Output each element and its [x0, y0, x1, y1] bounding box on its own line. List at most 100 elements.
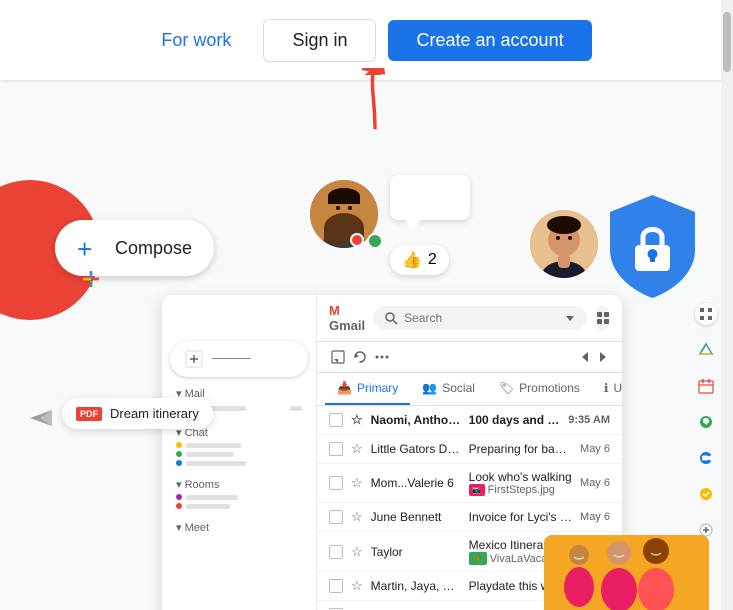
sidebar-chat-item-2[interactable] — [176, 451, 302, 457]
compose-button[interactable]: Compose — [55, 220, 214, 276]
email-subject-1: 100 days and counting - Hi Kim, Thanks f… — [469, 413, 561, 427]
more-options-icon[interactable] — [373, 348, 391, 366]
calendar-icon-svg — [698, 378, 714, 394]
grid-button[interactable] — [595, 305, 610, 331]
email-subject-3: Look who's walking! - Pretty soon he'll … — [469, 470, 572, 496]
sidebar-chat-items — [176, 442, 302, 466]
sidebar-compose-label: ───── — [212, 353, 251, 365]
social-tab-icon: 👥 — [422, 381, 437, 395]
email-row-3[interactable]: ☆ Mom...Valerie 6 Look who's walking! - … — [317, 464, 622, 503]
email-star-3[interactable]: ☆ — [351, 475, 363, 491]
scrollbar[interactable] — [721, 0, 733, 610]
attachment-thumb-1: 📷 — [469, 484, 485, 496]
promotions-tab-icon: 🏷 — [499, 381, 514, 395]
updates-tab-icon: ℹ — [604, 381, 609, 395]
for-work-link[interactable]: For work — [141, 20, 251, 61]
email-sender-3: Mom...Valerie 6 — [371, 476, 461, 490]
prev-page-icon[interactable] — [578, 350, 592, 364]
google-drive-icon[interactable] — [695, 339, 717, 361]
google-meet-icon[interactable] — [695, 447, 717, 469]
create-account-button[interactable]: Create an account — [388, 20, 591, 61]
meet-icon-svg — [698, 450, 714, 466]
avatar-svg-2 — [530, 210, 598, 278]
subject-text-4: Invoice for Lyci's party photos — [469, 510, 572, 524]
compose-label: Compose — [115, 238, 192, 259]
avatar-green-dot — [367, 233, 383, 249]
sidebar-section-rooms: ▾ Rooms — [162, 472, 316, 511]
google-tasks-icon[interactable] — [695, 483, 717, 505]
sidebar-chat-item-3[interactable] — [176, 460, 302, 466]
chat-bar-2 — [186, 452, 234, 457]
email-star-1[interactable]: ☆ — [351, 412, 363, 428]
email-checkbox-3[interactable] — [329, 476, 343, 490]
pagination-nav — [578, 350, 610, 364]
tab-updates[interactable]: ℹ Updates — [592, 373, 622, 405]
red-arrow-icon — [345, 68, 405, 138]
email-time-4: May 6 — [580, 511, 610, 523]
sidebar-compose-button[interactable]: ───── — [170, 341, 308, 377]
email-checkbox-6[interactable] — [329, 579, 343, 593]
sidebar-room-item-1[interactable] — [176, 494, 302, 500]
room-dot-1 — [176, 494, 182, 500]
attachment-name-1: FirstSteps.jpg — [488, 484, 555, 496]
chat-dot-1 — [176, 442, 182, 448]
thumbs-up-badge: 👍 2 — [390, 245, 449, 275]
email-row-1[interactable]: ☆ Naomi, Anthony 100 days and counting -… — [317, 406, 622, 435]
speech-bubble — [390, 175, 470, 220]
room-dot-2 — [176, 503, 182, 509]
email-checkbox-5[interactable] — [329, 545, 343, 559]
room-bar-1 — [186, 495, 238, 500]
gmail-logo: M Gmail — [329, 303, 365, 333]
select-all-checkbox[interactable] — [330, 349, 346, 365]
three-dots-icon — [375, 350, 389, 364]
tab-promotions[interactable]: 🏷 Promotions — [487, 373, 592, 405]
refresh-svg-icon — [353, 350, 367, 364]
email-sender-2: Little Gators Daycare — [371, 442, 461, 456]
refresh-icon[interactable] — [351, 348, 369, 366]
promotions-tab-label: Promotions — [519, 381, 580, 395]
email-star-2[interactable]: ☆ — [351, 441, 363, 457]
email-star-5[interactable]: ☆ — [351, 544, 363, 560]
tab-social[interactable]: 👥 Social — [410, 373, 487, 405]
bottom-photo-strip — [544, 535, 709, 610]
email-sender-6: Martin, Jaya, Ty 8 — [371, 579, 461, 593]
email-subject-4: Invoice for Lyci's party photos - Hi Kim… — [469, 510, 572, 524]
attachment-thumb-2: 🌴 — [469, 552, 487, 565]
chat-bar-3 — [186, 461, 246, 466]
email-star-4[interactable]: ☆ — [351, 509, 363, 525]
email-row-4[interactable]: ☆ June Bennett Invoice for Lyci's party … — [317, 503, 622, 532]
security-shield — [605, 190, 700, 305]
search-dropdown-icon[interactable] — [565, 313, 575, 323]
email-sender-4: June Bennett — [371, 510, 461, 524]
email-checkbox-2[interactable] — [329, 442, 343, 456]
email-checkbox-1[interactable] — [329, 413, 343, 427]
sidebar-rooms-header: ▾ Rooms — [176, 479, 219, 491]
checkbox-all-icon[interactable] — [329, 348, 347, 366]
search-icon — [385, 312, 398, 325]
email-checkbox-4[interactable] — [329, 510, 343, 524]
tab-primary[interactable]: 📥 Primary — [325, 373, 410, 405]
mail-count — [290, 406, 302, 411]
sidebar-chat-item-1[interactable] — [176, 442, 302, 448]
google-apps-icon[interactable] — [695, 303, 717, 325]
sign-in-button[interactable]: Sign in — [263, 19, 376, 62]
google-hangouts-icon[interactable] — [695, 411, 717, 433]
search-input[interactable] — [404, 311, 559, 325]
dream-itinerary-pill[interactable]: PDF Dream itinerary — [62, 398, 213, 429]
subject-text-2: Preparing for back to school — [469, 442, 572, 456]
email-star-6[interactable]: ☆ — [351, 578, 363, 594]
gmail-tabs: 📥 Primary 👥 Social 🏷 Promotions ℹ Update… — [317, 373, 622, 406]
avatar-person-2 — [530, 210, 598, 278]
scrollbar-thumb[interactable] — [723, 12, 731, 72]
gmail-header: M Gmail — [317, 295, 622, 342]
gmail-search-bar[interactable] — [373, 306, 587, 330]
google-calendar-icon[interactable] — [695, 375, 717, 397]
email-row-2[interactable]: ☆ Little Gators Daycare Preparing for ba… — [317, 435, 622, 464]
primary-tab-icon: 📥 — [337, 381, 352, 395]
email-sender-1: Naomi, Anthony — [371, 413, 461, 427]
arrow-container — [345, 68, 405, 143]
subject-text-1: 100 days and counting — [469, 413, 561, 427]
sidebar-room-item-2[interactable] — [176, 503, 302, 509]
avatar-red-dot — [350, 233, 364, 247]
next-page-icon[interactable] — [596, 350, 610, 364]
